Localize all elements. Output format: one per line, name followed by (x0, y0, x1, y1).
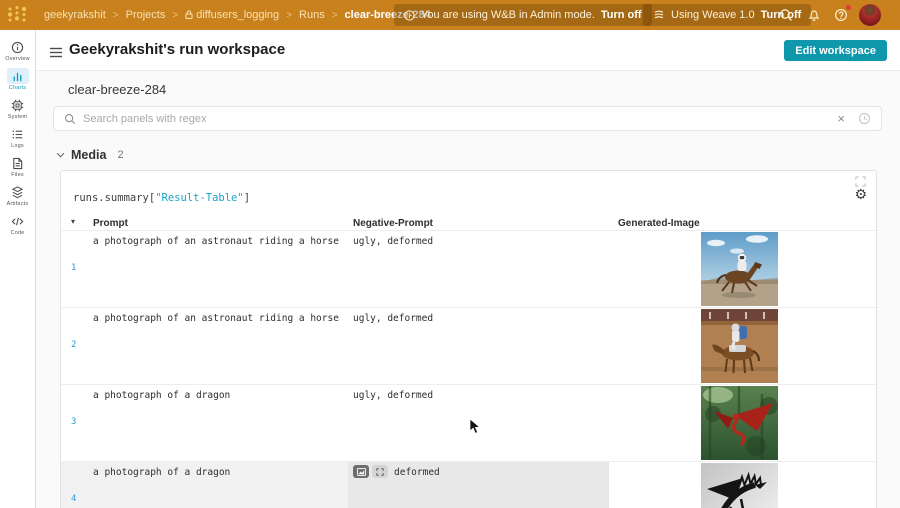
media-section-count: 2 (117, 149, 123, 161)
logs-icon (7, 126, 29, 142)
chart-view-icon[interactable] (353, 465, 369, 478)
admin-mode-banner: You are using W&B in Admin mode. Turn of… (394, 4, 652, 26)
weave-layers-icon (653, 9, 665, 21)
edit-workspace-button[interactable]: Edit workspace (784, 40, 887, 61)
sidebar-label: System (8, 114, 28, 120)
help-icon[interactable] (833, 7, 849, 23)
admin-turn-off-button[interactable]: Turn off (601, 9, 642, 21)
workspace-header: Geekyrakshit's run workspace ••• Edit wo… (36, 30, 900, 71)
breadcrumb-entity[interactable]: geekyrakshit (44, 9, 106, 21)
breadcrumb-project-label: diffusers_logging (196, 9, 279, 21)
cpu-icon (7, 97, 29, 113)
prompt-cell: a photograph of a dragon (93, 467, 345, 478)
table-body: 1 a photograph of an astronaut riding a … (61, 230, 876, 508)
table-row: 1 a photograph of an astronaut riding a … (61, 230, 876, 307)
fullscreen-icon[interactable] (855, 176, 866, 187)
media-section-label: Media (71, 148, 106, 162)
search-input[interactable] (83, 113, 830, 125)
negative-prompt-cell: ugly, deformed (353, 313, 433, 324)
column-header-generated-image[interactable]: Generated-Image (618, 218, 700, 229)
code-string: "Result-Table" (155, 192, 244, 204)
breadcrumb-separator: > (332, 10, 338, 21)
clear-search-icon[interactable]: × (837, 112, 845, 125)
weave-banner-text: Using Weave 1.0 (671, 9, 755, 21)
generated-image[interactable] (701, 463, 778, 508)
panel-search-bar: × (53, 106, 882, 131)
admin-banner-text: You are using W&B in Admin mode. (421, 9, 595, 21)
sidebar-label: Code (11, 230, 25, 236)
search-icon[interactable] (778, 7, 794, 23)
negative-prompt-cell: deformed (394, 467, 440, 478)
code-suffix: ] (244, 192, 250, 204)
breadcrumb-projects[interactable]: Projects (126, 9, 166, 21)
bar-chart-icon (7, 68, 29, 84)
breadcrumb-runs[interactable]: Runs (299, 9, 325, 21)
sidebar-item-artifacts[interactable]: Artifacts (0, 184, 35, 213)
cell-hover-actions (353, 465, 388, 478)
notification-badge (846, 5, 851, 10)
hamburger-menu-icon[interactable] (49, 45, 63, 63)
sidebar-label: Logs (11, 143, 24, 149)
sidebar-item-code[interactable]: Code (0, 213, 35, 242)
breadcrumb: geekyrakshit > Projects > diffusers_logg… (44, 0, 431, 30)
sidebar-label: Charts (9, 85, 26, 91)
info-icon (404, 10, 415, 21)
generated-image[interactable] (701, 309, 778, 383)
run-name: clear-breeze-284 (68, 82, 166, 97)
breadcrumb-separator: > (113, 10, 119, 21)
avatar[interactable] (859, 4, 881, 26)
sidebar-item-files[interactable]: Files (0, 155, 35, 184)
wandb-run-workspace-screen: geekyrakshit > Projects > diffusers_logg… (0, 0, 900, 508)
generated-image[interactable] (701, 232, 778, 306)
sidebar-item-overview[interactable]: Overview (0, 39, 35, 68)
filter-dropdown-icon[interactable]: ▾ (71, 217, 75, 226)
code-icon (7, 213, 29, 229)
negative-prompt-cell: ugly, deformed (353, 236, 433, 247)
history-clock-icon[interactable] (858, 112, 871, 125)
generated-image[interactable] (701, 386, 778, 460)
table-row: 2 a photograph of an astronaut riding a … (61, 307, 876, 384)
top-navbar: geekyrakshit > Projects > diffusers_logg… (0, 0, 900, 30)
row-index: 1 (71, 263, 76, 273)
sidebar-label: Files (11, 172, 24, 178)
result-table-panel: runs.summary["Result-Table"] ⚙ ▾ Prompt … (60, 170, 877, 508)
column-header-negative-prompt[interactable]: Negative-Prompt (353, 218, 433, 229)
run-sidebar: Overview Charts System (0, 30, 36, 508)
table-row: 4 a photograph of a dragon deformed (61, 461, 876, 508)
code-prefix: runs.summary[ (73, 192, 155, 204)
breadcrumb-project[interactable]: diffusers_logging (185, 9, 279, 21)
prompt-cell: a photograph of an astronaut riding a ho… (93, 313, 345, 324)
workspace-content: clear-breeze-284 × Media 2 (36, 71, 900, 508)
chevron-down-icon (56, 152, 65, 158)
gear-icon[interactable]: ⚙ (854, 188, 867, 202)
wandb-logo-icon[interactable] (7, 5, 27, 29)
artifacts-icon (7, 184, 29, 200)
sidebar-label: Artifacts (7, 201, 29, 207)
page-title: Geekyrakshit's run workspace (69, 41, 285, 58)
sidebar-item-charts[interactable]: Charts (0, 68, 35, 97)
info-icon (7, 39, 29, 55)
sidebar-label: Overview (5, 56, 30, 62)
prompt-cell: a photograph of a dragon (93, 390, 345, 401)
table-header-row: ▾ Prompt Negative-Prompt Generated-Image (61, 218, 876, 229)
table-row: 3 a photograph of a dragon ugly, deforme… (61, 384, 876, 461)
breadcrumb-separator: > (286, 10, 292, 21)
sidebar-item-logs[interactable]: Logs (0, 126, 35, 155)
file-icon (7, 155, 29, 171)
media-section-header[interactable]: Media 2 (56, 148, 124, 162)
negative-prompt-cell: ugly, deformed (353, 390, 433, 401)
row-index: 3 (71, 417, 76, 427)
bell-icon[interactable] (806, 7, 822, 23)
row-index: 2 (71, 340, 76, 350)
search-icon (64, 113, 76, 125)
panel-title-code: runs.summary["Result-Table"] (73, 192, 250, 204)
sidebar-item-system[interactable]: System (0, 97, 35, 126)
column-header-prompt[interactable]: Prompt (93, 218, 128, 229)
breadcrumb-separator: > (172, 10, 178, 21)
expand-cell-icon[interactable] (372, 465, 388, 478)
prompt-cell: a photograph of an astronaut riding a ho… (93, 236, 345, 247)
lock-icon (185, 10, 193, 19)
row-index: 4 (71, 494, 76, 504)
